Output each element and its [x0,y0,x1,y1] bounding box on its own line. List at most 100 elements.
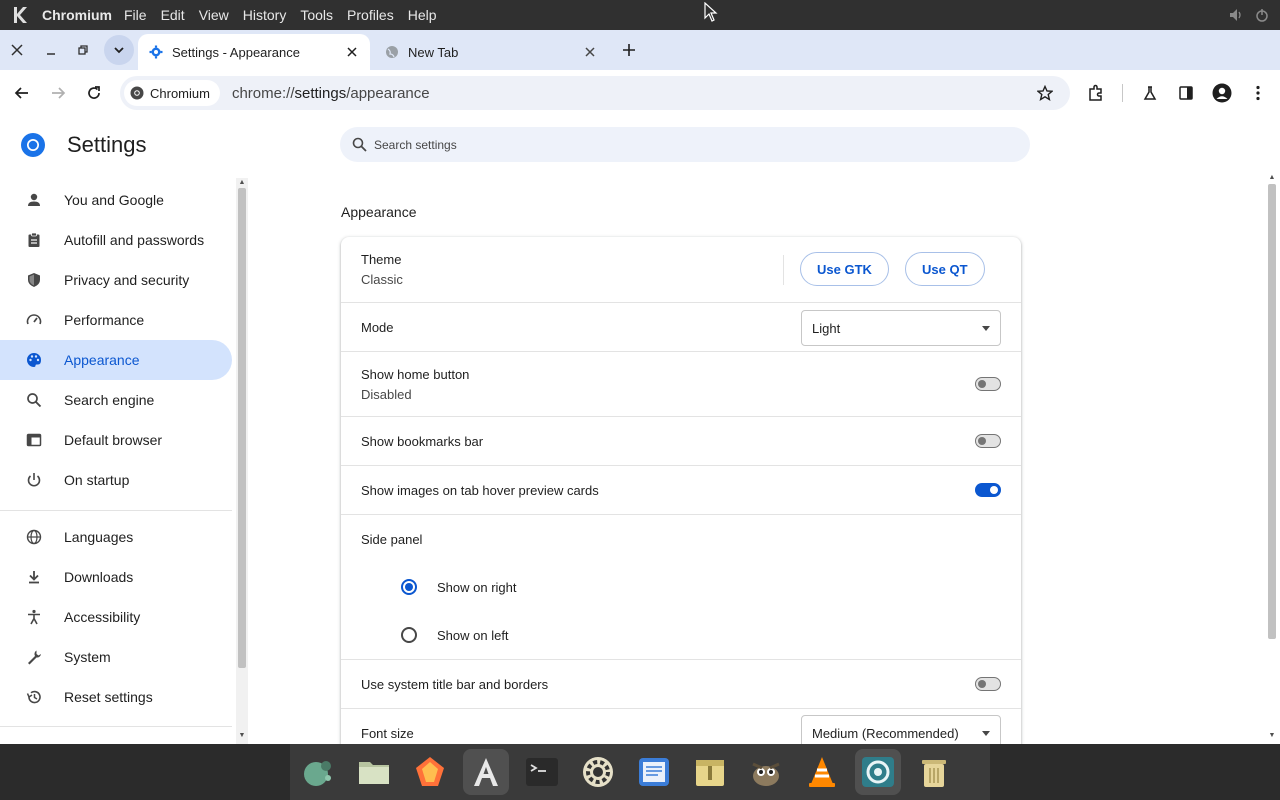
menu-profiles[interactable]: Profiles [347,7,394,23]
tab-settings-appearance[interactable]: Settings - Appearance [138,34,370,70]
font-size-select[interactable]: Medium (Recommended) [801,715,1001,744]
address-bar[interactable]: Chromium chrome://settings/appearance [120,76,1070,110]
use-qt-button[interactable]: Use QT [905,252,985,286]
tab-search-button[interactable] [104,35,134,65]
search-placeholder: Search settings [374,137,457,152]
side-panel-right-label[interactable]: Show on right [437,580,517,595]
archive-icon[interactable] [687,749,733,795]
search-settings-field[interactable]: Search settings [340,127,1030,162]
settings-nav: You and Google Autofill and passwords Pr… [0,180,234,744]
app-name[interactable]: Chromium [42,7,112,23]
mode-label: Mode [361,320,394,335]
palette-icon [24,350,44,370]
main-scrollbar-thumb[interactable] [1268,184,1276,639]
main-scrollbar[interactable]: ▲ ▼ [1266,174,1278,744]
back-arrow-icon[interactable] [10,81,34,105]
side-panel-left-label[interactable]: Show on left [437,628,509,643]
use-gtk-button[interactable]: Use GTK [800,252,889,286]
font-size-label: Font size [361,726,414,741]
mode-select[interactable]: Light [801,310,1001,346]
nav-item-reset-settings[interactable]: Reset settings [0,677,232,717]
person-icon [24,190,44,210]
side-panel-right-radio[interactable] [401,579,417,595]
document-viewer-icon[interactable] [631,749,677,795]
files-icon[interactable] [351,749,397,795]
settings-gear-icon[interactable] [575,749,621,795]
home-button-label: Show home button [361,367,470,382]
terminal-icon[interactable] [519,749,565,795]
nav-item-languages[interactable]: Languages [0,517,232,557]
side-panel-left-radio[interactable] [401,627,417,643]
menu-file[interactable]: File [124,7,147,23]
nav-item-appearance[interactable]: Appearance [0,340,232,380]
search-icon [24,390,44,410]
globe-icon [24,527,44,547]
more-vertical-icon[interactable] [1246,81,1270,105]
power-icon[interactable] [1254,7,1270,26]
nav-item-privacy[interactable]: Privacy and security [0,260,232,300]
font-size-row: Font size Medium (Recommended) [341,708,1021,744]
nav-scrollbar[interactable]: ▲ ▼ [236,178,248,744]
nav-label: Privacy and security [64,272,190,288]
hover-cards-toggle[interactable] [975,483,1001,497]
bookmark-star-icon[interactable] [1034,82,1056,104]
browser-toolbar: Chromium chrome://settings/appearance [0,70,1280,116]
volume-icon[interactable] [1228,7,1244,26]
theme-value: Classic [361,272,403,287]
firefox-icon[interactable] [407,749,453,795]
nav-item-autofill[interactable]: Autofill and passwords [0,220,232,260]
menu-view[interactable]: View [199,7,229,23]
mouse-cursor-icon [704,1,718,27]
window-minimize-icon[interactable] [40,39,62,61]
menu-history[interactable]: History [243,7,287,23]
url-text[interactable]: chrome://settings/appearance [232,85,430,102]
nav-item-on-startup[interactable]: On startup [0,460,232,500]
tab-title: New Tab [408,44,459,60]
reload-icon[interactable] [82,81,106,105]
bookmarks-bar-row: Show bookmarks bar [341,416,1021,465]
nav-item-system[interactable]: System [0,637,232,677]
text-editor-icon[interactable] [463,749,509,795]
scroll-up-arrow-icon[interactable]: ▲ [1268,174,1276,182]
side-panel-icon[interactable] [1174,81,1198,105]
url-path: /appearance [346,84,430,102]
chip-label: Chromium [150,85,210,101]
nav-item-default-browser[interactable]: Default browser [0,420,232,460]
mint-app-icon[interactable] [295,749,341,795]
profile-avatar-icon[interactable] [1210,81,1234,105]
home-button-toggle[interactable] [975,377,1001,391]
scroll-down-arrow-icon[interactable]: ▼ [238,732,246,740]
menu-help[interactable]: Help [408,7,437,23]
chromium-icon[interactable] [855,749,901,795]
vlc-icon[interactable] [799,749,845,795]
plus-icon [623,44,635,56]
nav-item-downloads[interactable]: Downloads [0,557,232,597]
site-info-chip[interactable]: Chromium [124,80,220,106]
window-restore-icon[interactable] [72,39,94,61]
nav-item-you-and-google[interactable]: You and Google [0,180,232,220]
title-bar-toggle[interactable] [975,677,1001,691]
nav-item-accessibility[interactable]: Accessibility [0,597,232,637]
url-host: settings [294,84,347,102]
nav-item-search-engine[interactable]: Search engine [0,380,232,420]
bookmarks-bar-toggle[interactable] [975,434,1001,448]
labs-flask-icon[interactable] [1138,81,1162,105]
scroll-down-arrow-icon[interactable]: ▼ [1268,732,1276,740]
forward-arrow-icon[interactable] [46,81,70,105]
nav-scrollbar-thumb[interactable] [238,188,246,668]
kde-logo-icon[interactable] [10,4,32,26]
scroll-up-arrow-icon[interactable]: ▲ [238,179,246,187]
mode-selected-value: Light [812,320,841,336]
nav-label: System [64,649,111,665]
nav-item-performance[interactable]: Performance [0,300,232,340]
trash-icon[interactable] [911,749,957,795]
gimp-icon[interactable] [743,749,789,795]
tab-new-tab[interactable]: New Tab [374,34,608,70]
tab-close-icon[interactable] [580,42,600,62]
extensions-puzzle-icon[interactable] [1084,81,1108,105]
new-tab-button[interactable] [618,39,640,61]
tab-close-icon[interactable] [342,42,362,62]
window-close-icon[interactable] [6,39,28,61]
menu-tools[interactable]: Tools [300,7,333,23]
menu-edit[interactable]: Edit [161,7,185,23]
